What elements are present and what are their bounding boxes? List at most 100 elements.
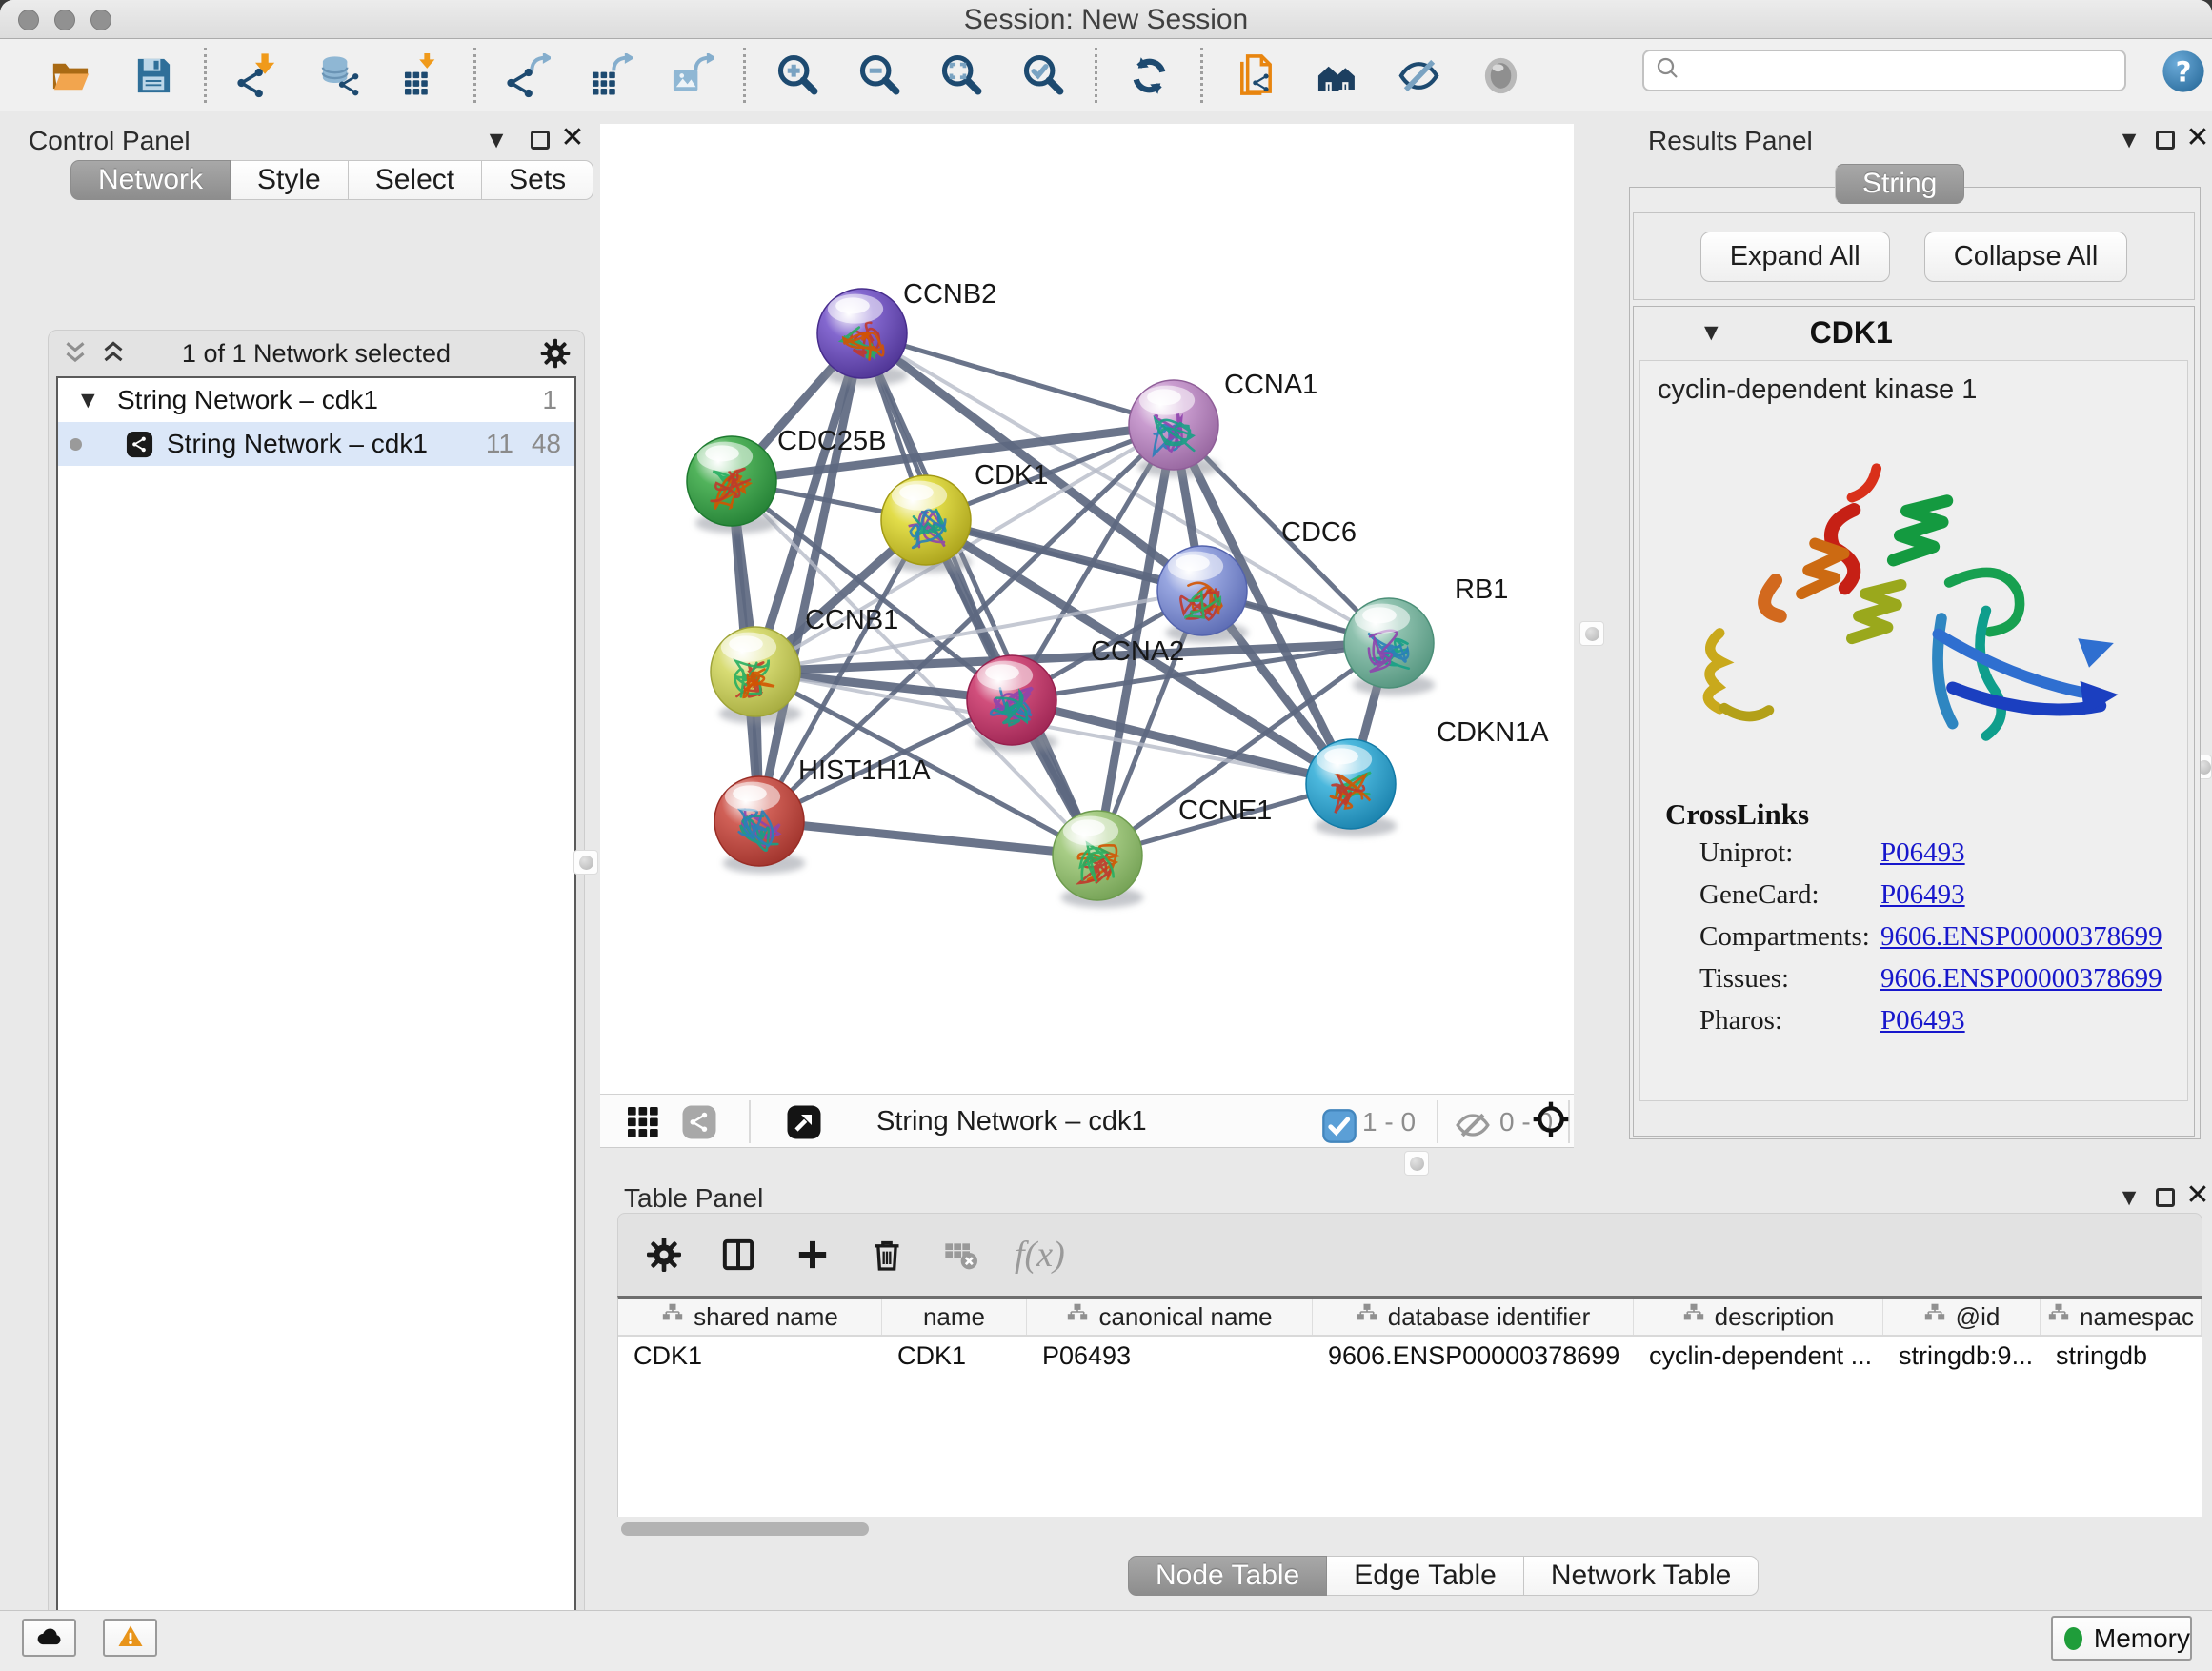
zoom-out-icon[interactable] bbox=[853, 44, 906, 107]
table-settings-icon[interactable] bbox=[643, 1234, 685, 1276]
node-label-RB1: RB1 bbox=[1455, 574, 1508, 605]
table-panel-menu-button[interactable]: ▼ bbox=[2113, 1183, 2145, 1212]
function-builder-icon: f(x) bbox=[1015, 1234, 1065, 1276]
results-panel-float-button[interactable] bbox=[2149, 126, 2182, 154]
column-header-database-identifier[interactable]: database identifier bbox=[1313, 1299, 1634, 1335]
tab-network-table[interactable]: Network Table bbox=[1524, 1556, 1760, 1596]
table-cell[interactable]: CDK1 bbox=[882, 1337, 1027, 1375]
tree-icon bbox=[1066, 1302, 1089, 1332]
table-cell[interactable]: P06493 bbox=[1027, 1337, 1313, 1375]
table-cell[interactable]: CDK1 bbox=[618, 1337, 882, 1375]
entry-collapse-icon[interactable]: ▼ bbox=[1704, 322, 1719, 343]
grid-view-icon[interactable] bbox=[624, 1103, 662, 1141]
toolbar-separator bbox=[473, 48, 476, 103]
export-table-icon[interactable] bbox=[583, 44, 636, 107]
table-cell[interactable]: stringdb bbox=[2041, 1337, 2202, 1375]
results-panel-close-button[interactable]: ✕ bbox=[2182, 124, 2212, 152]
share-view-icon[interactable] bbox=[680, 1103, 718, 1141]
collection-count: 1 bbox=[542, 385, 557, 415]
table-cell[interactable]: 9606.ENSP00000378699 bbox=[1313, 1337, 1634, 1375]
table-cell[interactable]: stringdb:9... bbox=[1883, 1337, 2041, 1375]
column-header-namespac[interactable]: namespac bbox=[2041, 1299, 2202, 1335]
save-icon[interactable] bbox=[126, 44, 179, 107]
table-horizontal-scrollbar[interactable] bbox=[621, 1522, 869, 1536]
tab-node-table[interactable]: Node Table bbox=[1128, 1556, 1327, 1596]
crosshair-icon[interactable] bbox=[1532, 1100, 1570, 1138]
network-tree-root-row[interactable]: ▼ String Network – cdk1 1 bbox=[58, 378, 574, 422]
tab-sets[interactable]: Sets bbox=[482, 160, 593, 200]
splitter-grip-right[interactable] bbox=[1579, 621, 1604, 646]
column-header-@id[interactable]: @id bbox=[1883, 1299, 2041, 1335]
search-input[interactable] bbox=[1682, 53, 2124, 88]
tree-collapse-icon[interactable]: ▼ bbox=[81, 390, 95, 411]
table-panel-close-button[interactable]: ✕ bbox=[2182, 1181, 2212, 1210]
network-tree-row[interactable]: String Network – cdk1 11 48 bbox=[58, 422, 574, 466]
network-edge[interactable] bbox=[862, 333, 1174, 425]
zoom-selected-icon[interactable] bbox=[1016, 44, 1070, 107]
node-label-CDKN1A: CDKN1A bbox=[1437, 717, 1549, 748]
splitter-grip-left[interactable] bbox=[573, 850, 598, 875]
memory-button[interactable]: Memory bbox=[2051, 1616, 2192, 1661]
eye-slash-icon[interactable] bbox=[1392, 44, 1445, 107]
gear-icon[interactable] bbox=[536, 334, 574, 372]
splitter-grip-bottom[interactable] bbox=[1404, 1151, 1429, 1176]
node-highlight bbox=[729, 635, 763, 652]
import-database-icon[interactable] bbox=[313, 44, 367, 107]
table-toolbar: f(x) bbox=[617, 1213, 2202, 1297]
tab-network[interactable]: Network bbox=[70, 160, 231, 200]
table-row[interactable]: CDK1CDK1P064939606.ENSP00000378699cyclin… bbox=[618, 1337, 2202, 1375]
node-table[interactable]: shared namenamecanonical namedatabase id… bbox=[617, 1296, 2202, 1517]
string-results-container: Expand All Collapse All ▼ CDK1 cyclin-de… bbox=[1629, 187, 2201, 1139]
network-edge[interactable] bbox=[759, 333, 862, 821]
control-panel-close-button[interactable]: ✕ bbox=[556, 124, 589, 152]
tab-select[interactable]: Select bbox=[349, 160, 482, 200]
zoom-fit-icon[interactable] bbox=[935, 44, 988, 107]
node-highlight bbox=[835, 297, 870, 313]
control-panel-menu-button[interactable]: ▼ bbox=[480, 126, 513, 154]
document-network-icon[interactable] bbox=[1228, 44, 1281, 107]
zoom-in-icon[interactable] bbox=[771, 44, 824, 107]
crosslinks-title: CrossLinks bbox=[1665, 797, 1809, 832]
export-network-icon[interactable] bbox=[501, 44, 554, 107]
table-panel-float-button[interactable] bbox=[2149, 1183, 2182, 1212]
refresh-icon[interactable] bbox=[1122, 44, 1176, 107]
import-network-icon[interactable] bbox=[231, 44, 285, 107]
houses-icon[interactable] bbox=[1310, 44, 1363, 107]
expand-all-button[interactable]: Expand All bbox=[1700, 232, 1890, 282]
cloud-button[interactable] bbox=[22, 1619, 76, 1657]
crosslink-link[interactable]: P06493 bbox=[1880, 879, 1965, 911]
show-columns-icon[interactable] bbox=[717, 1234, 759, 1276]
node-label-CCNE1: CCNE1 bbox=[1178, 795, 1272, 826]
open-folder-icon[interactable] bbox=[44, 44, 97, 107]
table-cell[interactable]: cyclin-dependent ... bbox=[1634, 1337, 1883, 1375]
delete-column-icon[interactable] bbox=[866, 1234, 908, 1276]
tab-edge-table[interactable]: Edge Table bbox=[1327, 1556, 1524, 1596]
crosslink-link[interactable]: P06493 bbox=[1880, 1005, 1965, 1037]
crosslink-label: Compartments: bbox=[1699, 921, 1870, 953]
control-panel-float-button[interactable] bbox=[524, 126, 556, 154]
warning-button[interactable] bbox=[103, 1619, 157, 1657]
birds-eye-view-icon[interactable] bbox=[785, 1103, 823, 1141]
help-button[interactable]: ? bbox=[2161, 49, 2206, 94]
hidden-eye-icon[interactable] bbox=[1454, 1106, 1488, 1140]
collapse-all-button[interactable]: Collapse All bbox=[1924, 232, 2128, 282]
column-header-name[interactable]: name bbox=[882, 1299, 1027, 1335]
eye-sphere-icon[interactable] bbox=[1474, 44, 1527, 107]
column-header-canonical-name[interactable]: canonical name bbox=[1027, 1299, 1313, 1335]
crosslink-link[interactable]: 9606.ENSP00000378699 bbox=[1880, 963, 2162, 995]
selected-checkbox-icon[interactable] bbox=[1320, 1107, 1351, 1137]
column-header-shared-name[interactable]: shared name bbox=[618, 1299, 882, 1335]
tab-string[interactable]: String bbox=[1835, 164, 1964, 204]
column-header-description[interactable]: description bbox=[1634, 1299, 1883, 1335]
results-panel-menu-button[interactable]: ▼ bbox=[2113, 126, 2145, 154]
results-panel-title: Results Panel bbox=[1648, 126, 1813, 156]
node-highlight bbox=[1071, 819, 1105, 836]
export-image-icon[interactable] bbox=[665, 44, 718, 107]
import-table-icon[interactable] bbox=[395, 44, 449, 107]
create-column-icon[interactable] bbox=[792, 1234, 834, 1276]
tab-style[interactable]: Style bbox=[231, 160, 349, 200]
crosslink-link[interactable]: 9606.ENSP00000378699 bbox=[1880, 921, 2162, 953]
crosslink-link[interactable]: P06493 bbox=[1880, 837, 1965, 869]
network-canvas[interactable]: CCNB2CCNA1CDC25BCDK1CDC6RB1CCNB1CCNA2CDK… bbox=[600, 124, 1574, 1094]
search-box[interactable] bbox=[1642, 50, 2126, 91]
